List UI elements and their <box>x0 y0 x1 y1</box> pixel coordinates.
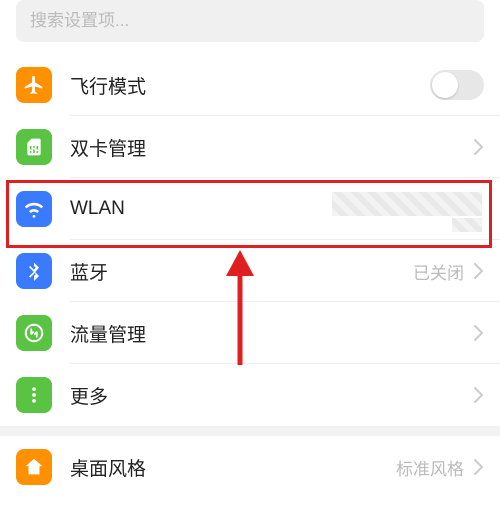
row-wlan[interactable]: WLAN <box>0 178 500 240</box>
chevron-right-icon <box>474 325 484 341</box>
chevron-right-icon <box>474 263 484 279</box>
data-usage-icon <box>16 315 52 351</box>
section-gap <box>0 426 500 436</box>
settings-list-1: 飞行模式 双卡管理 WLAN 蓝牙 已关闭 <box>0 54 500 426</box>
row-data-usage-label: 流量管理 <box>70 320 474 347</box>
airplane-icon <box>16 67 52 103</box>
airplane-toggle[interactable] <box>430 70 484 100</box>
chevron-right-icon <box>474 459 484 475</box>
chevron-right-icon <box>474 139 484 155</box>
sim-card-icon <box>16 129 52 165</box>
toggle-knob <box>432 72 458 98</box>
search-box[interactable] <box>16 0 484 42</box>
row-dualsim-label: 双卡管理 <box>70 134 474 161</box>
row-desktop-style-label: 桌面风格 <box>70 454 396 481</box>
row-bluetooth-value: 已关闭 <box>413 259 464 284</box>
more-icon <box>16 377 52 413</box>
row-dualsim[interactable]: 双卡管理 <box>0 116 500 178</box>
row-more-label: 更多 <box>70 382 474 409</box>
row-data-usage[interactable]: 流量管理 <box>0 302 500 364</box>
search-input[interactable] <box>30 11 470 31</box>
settings-screen: 飞行模式 双卡管理 WLAN 蓝牙 已关闭 <box>0 0 500 516</box>
censored-value-2 <box>452 218 482 232</box>
row-more[interactable]: 更多 <box>0 364 500 426</box>
row-airplane[interactable]: 飞行模式 <box>0 54 500 116</box>
wifi-icon <box>16 191 52 227</box>
row-airplane-label: 飞行模式 <box>70 72 430 99</box>
row-bluetooth-label: 蓝牙 <box>70 258 413 285</box>
row-bluetooth[interactable]: 蓝牙 已关闭 <box>0 240 500 302</box>
settings-list-2: 桌面风格 标准风格 <box>0 436 500 498</box>
home-style-icon <box>16 449 52 485</box>
bluetooth-icon <box>16 253 52 289</box>
censored-value <box>332 192 482 216</box>
search-wrap <box>0 0 500 54</box>
row-desktop-style-value: 标准风格 <box>396 455 464 480</box>
row-desktop-style[interactable]: 桌面风格 标准风格 <box>0 436 500 498</box>
chevron-right-icon <box>474 387 484 403</box>
